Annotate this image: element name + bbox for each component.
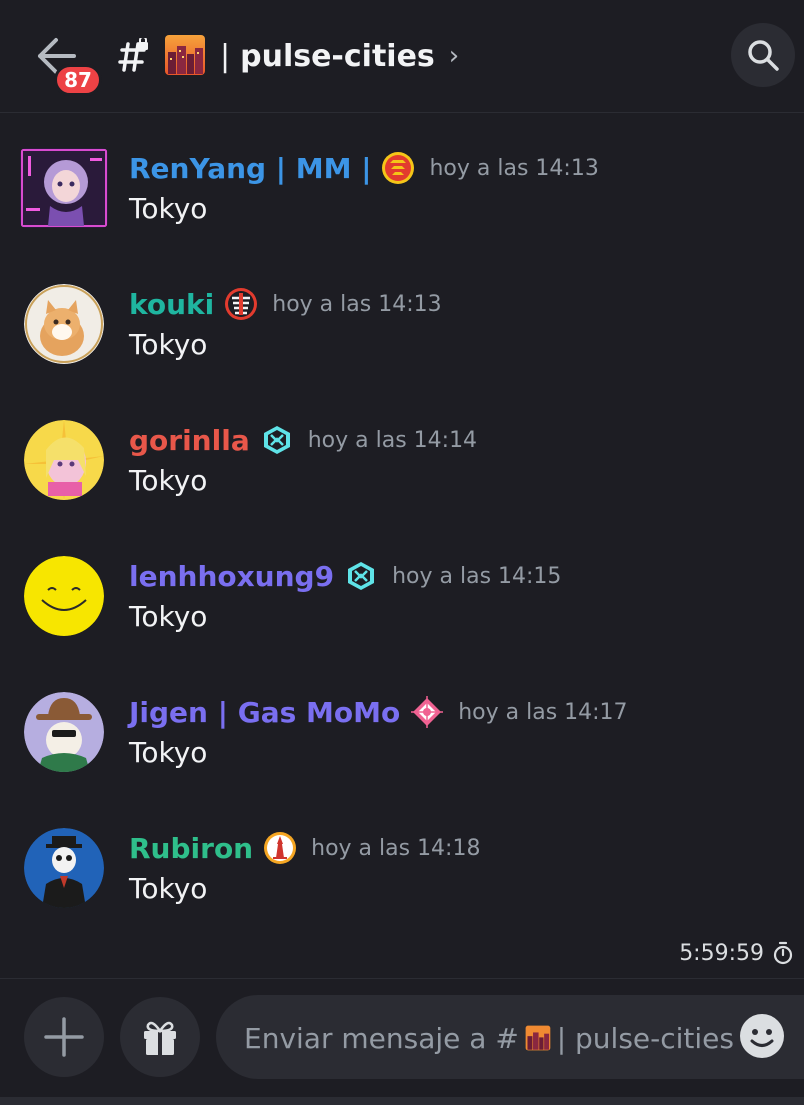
pink-crosshair-icon <box>411 696 444 728</box>
avatar[interactable] <box>24 420 104 500</box>
timestamp: hoy a las 14:14 <box>307 427 478 453</box>
slowmode-timer: 5:59:59 <box>0 938 804 968</box>
avatar[interactable] <box>24 556 104 636</box>
home-indicator-bar <box>0 1097 804 1105</box>
message-header: gorinlla hoy a las 14:14 <box>129 420 477 460</box>
message-text: Tokyo <box>129 736 208 769</box>
unread-badge: 87 <box>54 64 102 96</box>
message-header: kouki hoy a las 14:13 <box>129 284 442 324</box>
placeholder-suffix: | pulse-cities <box>556 1021 734 1055</box>
message-text: Tokyo <box>129 328 208 361</box>
avatar[interactable] <box>24 828 104 908</box>
username[interactable]: RenYang | MM | <box>129 152 371 185</box>
channel-name: pulse-cities <box>240 38 435 74</box>
timestamp: hoy a las 14:17 <box>458 699 628 725</box>
message-header: RenYang | MM | hoy a las 14:13 <box>129 148 599 188</box>
username[interactable]: gorinlla <box>129 424 250 457</box>
message-input[interactable]: Enviar mensaje a # | pulse-cities <box>216 995 804 1079</box>
avatar[interactable] <box>24 284 104 364</box>
search-icon <box>748 40 779 71</box>
username[interactable]: kouki <box>129 288 214 321</box>
smiley-icon <box>740 1014 784 1058</box>
timestamp: hoy a las 14:15 <box>392 563 562 589</box>
message-header: lenhhoxung9 hoy a las 14:15 <box>129 556 561 596</box>
cyan-crest-icon <box>263 426 290 454</box>
gift-icon <box>144 1021 176 1055</box>
cyan-crest-icon <box>348 562 375 590</box>
timer-text: 5:59:59 <box>679 940 764 966</box>
city-sunset-icon <box>164 34 206 76</box>
message-composer: Enviar mensaje a # | pulse-cities <box>0 978 804 1105</box>
username[interactable]: Jigen | Gas MoMo <box>129 696 400 729</box>
message-text: Tokyo <box>129 872 208 905</box>
stopwatch-icon <box>773 941 793 965</box>
message-text: Tokyo <box>129 192 208 225</box>
username[interactable]: Rubiron <box>129 832 253 865</box>
message-text: Tokyo <box>129 464 208 497</box>
hash-lock-icon <box>114 36 154 74</box>
message-item[interactable]: Jigen | Gas MoMo hoy a las 14:17 Tokyo <box>0 692 804 802</box>
timestamp: hoy a las 14:13 <box>272 291 442 317</box>
gift-button[interactable] <box>120 997 200 1077</box>
city-sunset-icon <box>525 1025 551 1051</box>
username[interactable]: lenhhoxung9 <box>129 560 334 593</box>
message-item[interactable]: RenYang | MM | hoy a las 14:13 Tokyo <box>0 148 804 258</box>
avatar[interactable] <box>20 148 108 228</box>
input-placeholder: Enviar mensaje a # | pulse-cities <box>244 1021 734 1055</box>
avatar[interactable] <box>24 692 104 772</box>
chevron-right-icon: › <box>448 41 460 71</box>
search-button[interactable] <box>731 23 795 87</box>
channel-title[interactable]: | pulse-cities › <box>220 36 459 76</box>
message-header: Rubiron hoy a las 14:18 <box>129 828 480 868</box>
message-text: Tokyo <box>129 600 208 633</box>
plus-icon <box>44 1017 84 1057</box>
message-item[interactable]: lenhhoxung9 hoy a las 14:15 Tokyo <box>0 556 804 666</box>
message-item[interactable]: kouki hoy a las 14:13 Tokyo <box>0 284 804 394</box>
pagoda-badge-icon <box>382 152 415 184</box>
message-header: Jigen | Gas MoMo hoy a las 14:17 <box>129 692 628 732</box>
channel-header: 87 | pulse-cities › <box>0 0 804 113</box>
timestamp: hoy a las 14:13 <box>429 155 599 181</box>
emoji-button[interactable] <box>738 1012 786 1060</box>
message-list: RenYang | MM | hoy a las 14:13 Tokyo kou… <box>0 113 804 978</box>
pagoda-red-badge-icon <box>225 288 258 320</box>
placeholder-prefix: Enviar mensaje a # <box>244 1021 519 1055</box>
add-attachment-button[interactable] <box>24 997 104 1077</box>
title-separator: | <box>220 38 231 74</box>
timestamp: hoy a las 14:18 <box>311 835 481 861</box>
tower-badge-icon <box>264 832 297 864</box>
message-item[interactable]: Rubiron hoy a las 14:18 Tokyo <box>0 828 804 938</box>
chat-screen: 87 | pulse-cities › RenYang | MM | hoy a… <box>0 0 804 1105</box>
message-item[interactable]: gorinlla hoy a las 14:14 Tokyo <box>0 420 804 530</box>
